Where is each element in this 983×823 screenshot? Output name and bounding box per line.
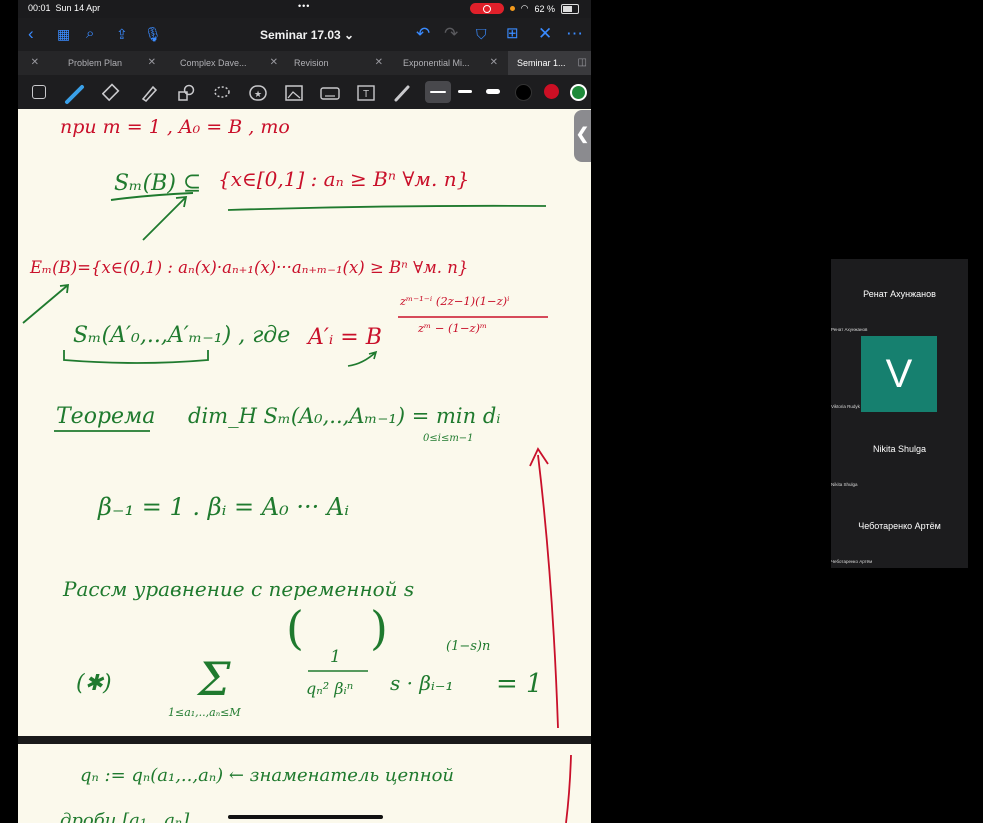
note-line-8-equals: = 1	[496, 669, 543, 699]
note-exponent-denominator: zᵐ − (1−z)ᵐ	[417, 321, 487, 335]
note-line-2-red: {x∈[0,1] : aₙ ≥ Bⁿ ∀м. n}	[218, 167, 469, 191]
participant-tile[interactable]: Ренат Ахунжанов Ренат Ахунжанов	[831, 259, 968, 334]
svg-text:(: (	[286, 601, 304, 655]
svg-text:): )	[370, 601, 388, 655]
note-line-9: qₙ := qₙ(a₁,..,aₙ) ← знаменатель цепной	[80, 765, 454, 786]
fraction-numerator: 1	[330, 647, 341, 667]
participant-name: Чеботаренко Артём	[858, 521, 941, 531]
participant-avatar: V	[861, 336, 937, 412]
ipad-screen: 00:01 Sun 14 Apr ••• ◠ 62 % ‹ ▦ ⌕ ⇪ 🎙 Se…	[18, 0, 591, 823]
note-line-10: дроби [a₁,..aₙ]	[60, 810, 190, 823]
fraction-denominator: qₙ² βᵢⁿ	[306, 679, 353, 698]
theorem-subscript: 0≤i≤m−1	[423, 433, 474, 444]
video-participants-panel: Ренат Ахунжанов Ренат Ахунжанов V Viktor…	[831, 259, 968, 568]
note-exponent-numerator: zᵐ⁻¹⁻ⁱ (2z−1)(1−z)ⁱ	[399, 294, 509, 308]
note-line-4-red: A′ᵢ = B	[306, 325, 382, 350]
participant-tile[interactable]: Чеботаренко Артём Чеботаренко Артём	[831, 491, 968, 566]
theorem-statement: dim_H Sₘ(A₀,..,Aₘ₋₁) = min dᵢ	[188, 404, 501, 428]
participant-label: Чеботаренко Артём	[831, 559, 873, 564]
note-line-8-exponent: (1−s)n	[446, 639, 490, 654]
sum-range: 1≤a₁,..,aₙ≤M	[168, 706, 241, 719]
note-line-3: Eₘ(B)={x∈(0,1) : aₙ(x)·aₙ₊₁(x)···aₙ₊ₘ₋₁(…	[29, 258, 468, 277]
note-line-8-rest: s · βᵢ₋₁	[390, 671, 454, 695]
note-line-7: Рассм уравнение с переменной s	[62, 577, 414, 601]
sum-symbol: Σ	[196, 652, 231, 706]
participant-label: Viktoria Rudyk	[831, 404, 860, 409]
home-indicator[interactable]	[228, 815, 383, 819]
note-line-6: β₋₁ = 1 . βᵢ = A₀ ··· Aᵢ	[97, 493, 349, 521]
participant-name: Ренат Ахунжанов	[863, 289, 936, 299]
participant-tile[interactable]: V Viktoria Rudyk	[831, 336, 968, 412]
participant-label: Nikita Shulga	[831, 482, 858, 487]
note-line-4-green: Sₘ(A′₀,..,A′ₘ₋₁) , где	[73, 323, 290, 348]
theorem-label: Теорема	[56, 404, 155, 429]
note-star-label: (✱)	[76, 671, 112, 696]
participant-name: Nikita Shulga	[872, 444, 927, 454]
participant-tile[interactable]: Nikita Shulga Nikita Shulga	[831, 414, 968, 489]
note-line-1: при m = 1 , A₀ = B , то	[60, 116, 290, 138]
handwriting-canvas[interactable]: при m = 1 , A₀ = B , то Sₘ(B) ⊆ {x∈[0,1]…	[18, 0, 591, 823]
page-separator	[18, 736, 591, 744]
participant-label: Ренат Ахунжанов	[831, 327, 868, 332]
